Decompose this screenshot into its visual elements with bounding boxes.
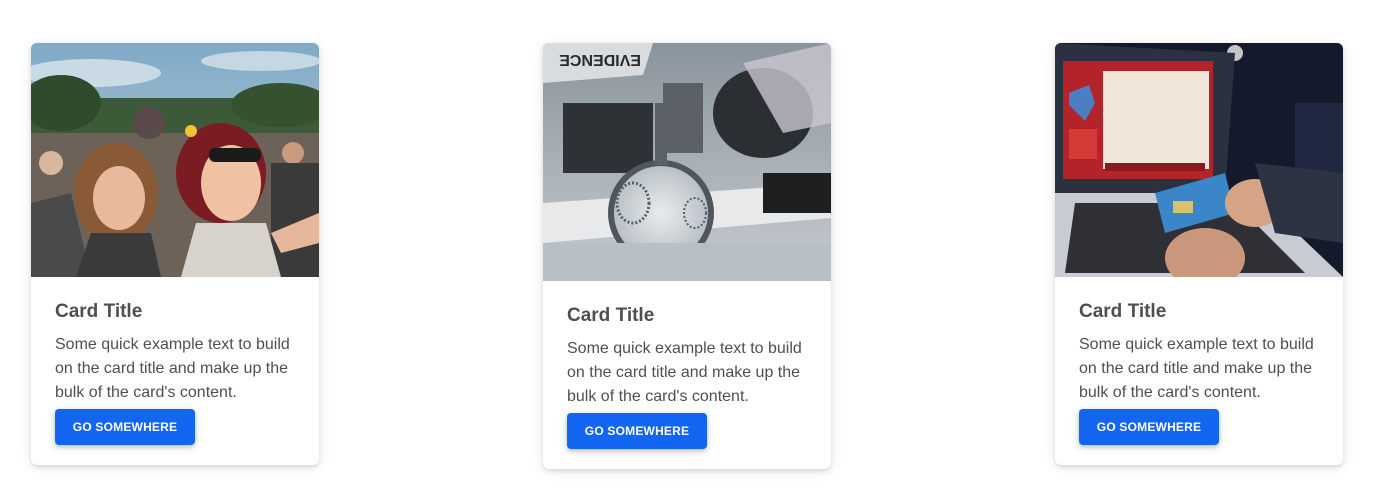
card-image-evidence: EVIDENCE — [543, 43, 831, 281]
card-title: Card Title — [55, 301, 143, 322]
card-body: Card Title Some quick example text to bu… — [1055, 277, 1343, 445]
card-text: Some quick example text to build on the … — [1079, 336, 1314, 401]
go-somewhere-button[interactable]: GO SOMEWHERE — [567, 413, 707, 449]
card-festival: Card Title Some quick example text to bu… — [31, 43, 319, 465]
card-title: Card Title — [567, 305, 655, 326]
card-text: Some quick example text to build on the … — [567, 340, 802, 405]
evidence-label: EVIDENCE — [559, 51, 641, 68]
cards-row: Card Title Some quick example text to bu… — [0, 0, 1392, 496]
card-text: Some quick example text to build on the … — [55, 336, 290, 401]
card-title: Card Title — [1079, 301, 1167, 322]
card-evidence: EVIDENCE Card Title Some quick example t… — [543, 43, 831, 469]
card-body: Card Title Some quick example text to bu… — [31, 277, 319, 445]
go-somewhere-button[interactable]: GO SOMEWHERE — [55, 409, 195, 445]
card-laptop: Card Title Some quick example text to bu… — [1055, 43, 1343, 465]
card-image-laptop — [1055, 43, 1343, 277]
card-body: Card Title Some quick example text to bu… — [543, 281, 831, 449]
go-somewhere-button[interactable]: GO SOMEWHERE — [1079, 409, 1219, 445]
card-image-festival — [31, 43, 319, 277]
